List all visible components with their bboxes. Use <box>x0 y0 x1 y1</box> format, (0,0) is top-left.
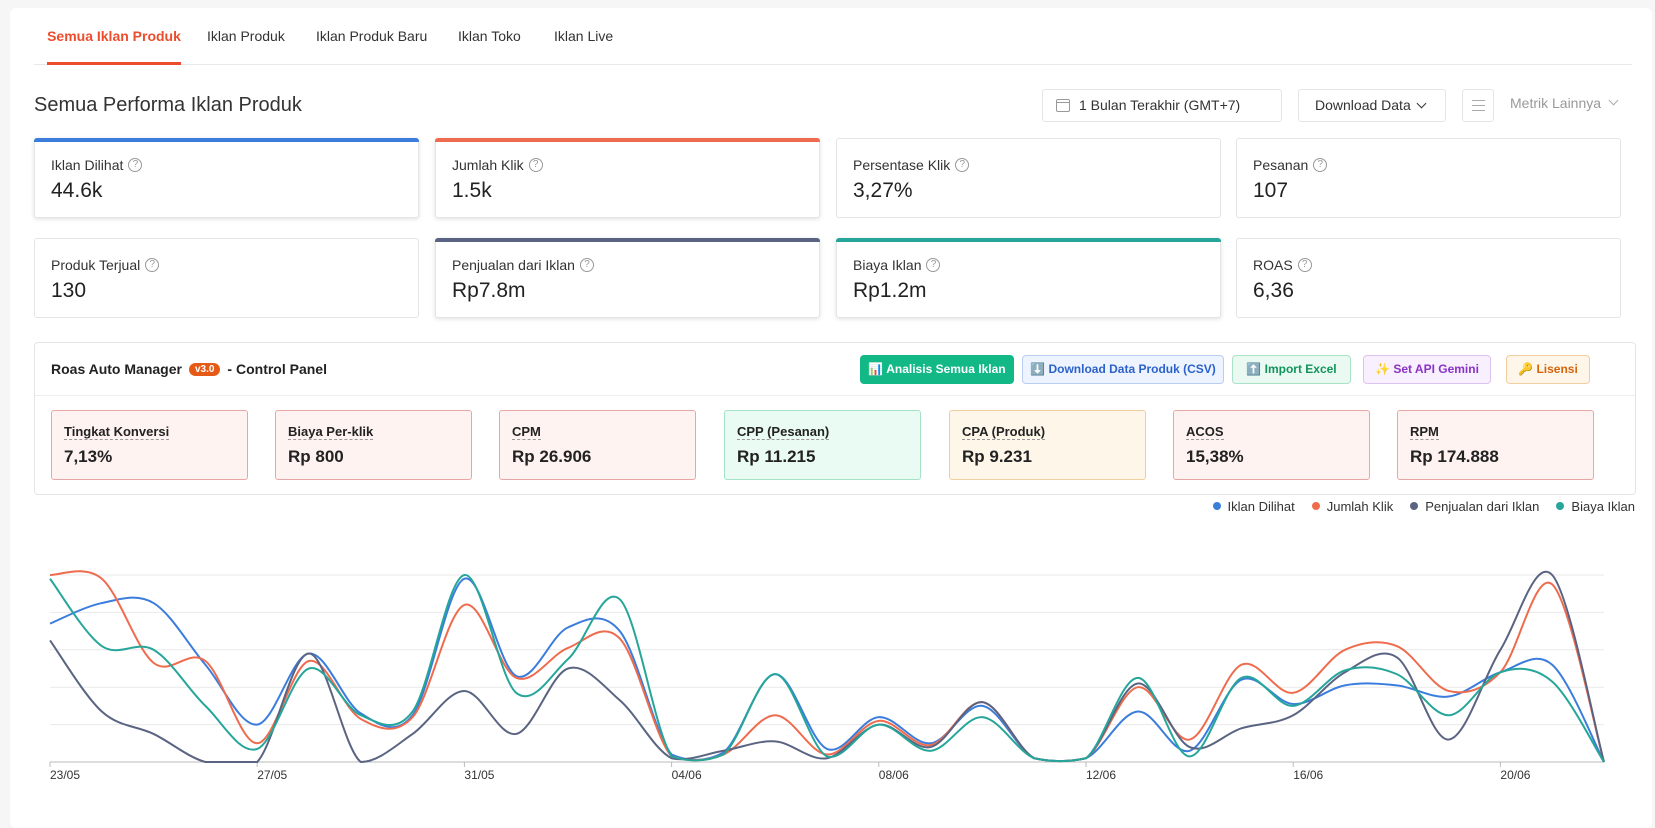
x-tick-label: 04/06 <box>672 768 702 782</box>
performance-line-chart: 23/05 27/05 31/05 04/06 08/06 12/06 16/06 20/06 <box>49 570 1605 782</box>
x-tick-label: 23/05 <box>50 768 80 782</box>
x-tick-label: 20/06 <box>1500 768 1530 782</box>
x-tick-label: 12/06 <box>1086 768 1116 782</box>
series-line-iklan-dilihat <box>49 577 1605 763</box>
x-tick-label: 08/06 <box>879 768 909 782</box>
series-line-biaya-iklan <box>49 574 1605 763</box>
x-tick-label: 27/05 <box>257 768 287 782</box>
x-tick-label: 16/06 <box>1293 768 1323 782</box>
x-tick-label: 31/05 <box>464 768 494 782</box>
